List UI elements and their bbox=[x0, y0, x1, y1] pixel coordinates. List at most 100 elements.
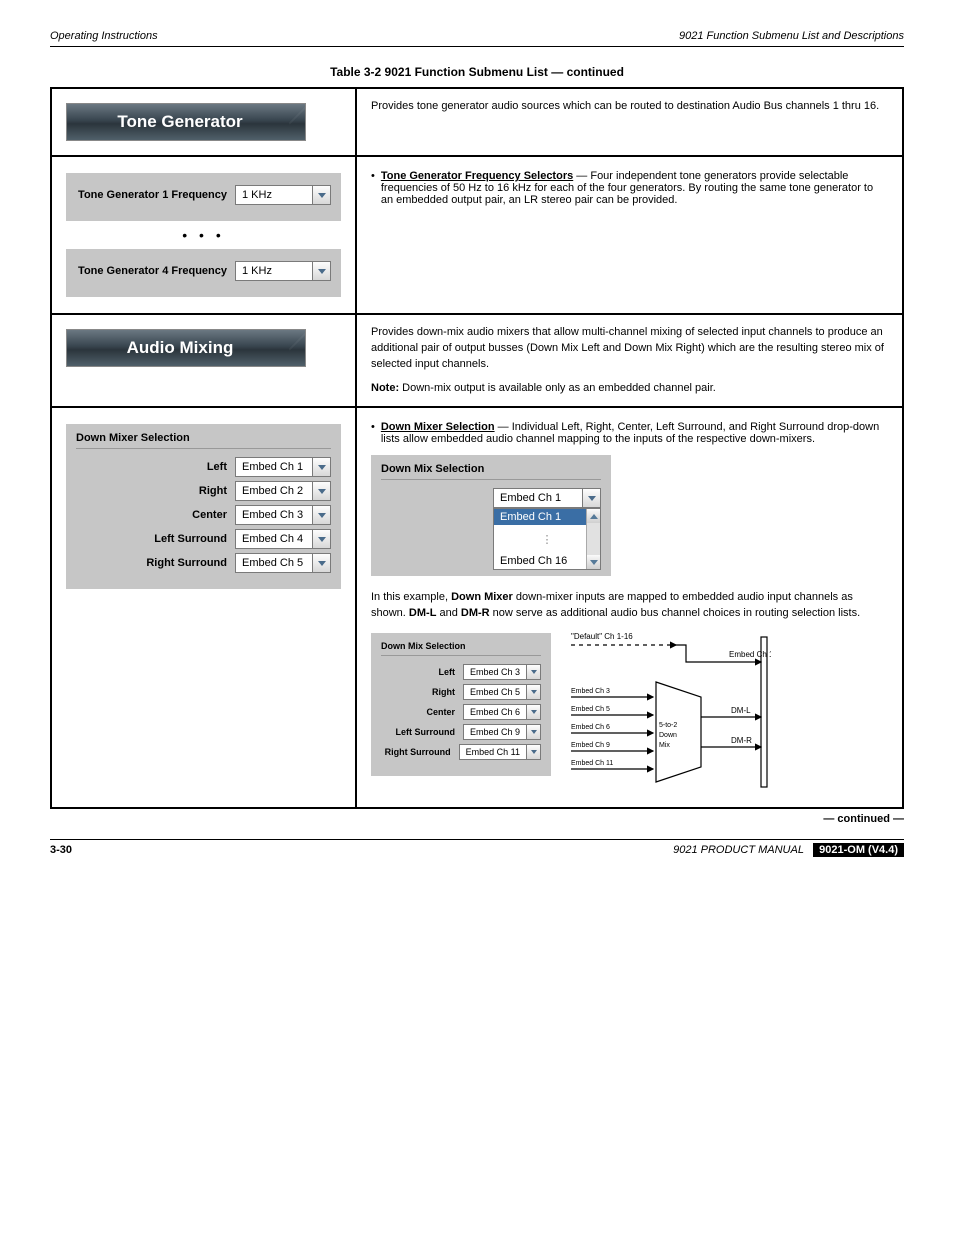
tone-freq-head: Tone Generator Frequency Selectors bbox=[381, 170, 573, 182]
chevron-down-icon[interactable] bbox=[312, 554, 330, 572]
chevron-down-icon[interactable] bbox=[312, 186, 330, 204]
down-mix-open-panel: Down Mix Selection Embed Ch 1 Embed Ch 1… bbox=[371, 455, 611, 576]
audio-mixing-desc: Provides down-mix audio mixers that allo… bbox=[371, 325, 888, 373]
example-select[interactable]: Embed Ch 11 bbox=[459, 744, 541, 760]
svg-text:Embed Ch 5: Embed Ch 5 bbox=[571, 706, 610, 713]
tone-gen-1-value: 1 KHz bbox=[236, 189, 312, 201]
svg-text:Mix: Mix bbox=[659, 742, 670, 749]
example-row: RightEmbed Ch 5 bbox=[381, 684, 541, 700]
downmix-diagram: "Default" Ch 1-16 Embed Ch 1-16 5-to-2 D… bbox=[561, 627, 771, 797]
down-mixer-row: Left Embed Ch 1 bbox=[76, 457, 331, 477]
down-mixer-row: Left Surround Embed Ch 4 bbox=[76, 529, 331, 549]
down-mixer-head: Down Mixer Selection bbox=[381, 421, 495, 433]
down-mixer-select[interactable]: Embed Ch 5 bbox=[235, 553, 331, 573]
down-mixer-panel: Down Mixer Selection LeftEmbed Ch 1Right… bbox=[66, 424, 341, 589]
tone-gen-4-select[interactable]: 1 KHz bbox=[235, 261, 331, 281]
example-select[interactable]: Embed Ch 6 bbox=[463, 704, 541, 720]
example-row-label: Left bbox=[381, 667, 455, 677]
chevron-down-icon[interactable] bbox=[526, 725, 540, 739]
down-mixer-row: RightEmbed Ch 2 bbox=[76, 481, 331, 501]
example-select[interactable]: Embed Ch 3 bbox=[463, 664, 541, 680]
tone-gen-1-panel: Tone Generator 1 Frequency 1 KHz bbox=[66, 173, 341, 221]
note-label: Note: bbox=[371, 382, 399, 394]
example-select[interactable]: Embed Ch 5 bbox=[463, 684, 541, 700]
down-mix-open-list[interactable]: Embed Ch 1 ⋮ Embed Ch 16 bbox=[493, 508, 601, 570]
down-mixer-select[interactable]: Embed Ch 2 bbox=[235, 481, 331, 501]
list-item[interactable]: Embed Ch 1 bbox=[494, 509, 600, 525]
chevron-down-icon[interactable] bbox=[312, 482, 330, 500]
example-row: Right Surround Embed Ch 11 bbox=[381, 744, 541, 760]
panel-audio-mixing-label: Audio Mixing bbox=[127, 338, 234, 357]
list-item[interactable]: Embed Ch 16 bbox=[494, 553, 600, 569]
tone-freq-desc: Tone Generator Frequency Selectors — Fou… bbox=[371, 170, 888, 206]
tone-gen-4-label: Tone Generator 4 Frequency bbox=[76, 265, 227, 277]
svg-text:DM-L: DM-L bbox=[731, 706, 751, 715]
scroll-up-icon[interactable] bbox=[587, 509, 600, 523]
example-select-value: Embed Ch 11 bbox=[460, 747, 526, 757]
chevron-down-icon[interactable] bbox=[312, 506, 330, 524]
header-left: Operating Instructions bbox=[50, 30, 158, 42]
audio-mixing-note: Note: Down-mix output is available only … bbox=[371, 381, 888, 396]
tone-gen-4-panel: Tone Generator 4 Frequency 1 KHz bbox=[66, 249, 341, 297]
chevron-down-icon[interactable] bbox=[526, 705, 540, 719]
chevron-down-icon[interactable] bbox=[526, 745, 540, 759]
example-row-label: Right Surround bbox=[381, 747, 451, 757]
page-header: Operating Instructions 9021 Function Sub… bbox=[50, 30, 904, 42]
down-mix-open-value: Embed Ch 1 bbox=[494, 492, 582, 504]
example-select-value: Embed Ch 9 bbox=[464, 727, 526, 737]
tone-gen-1-label: Tone Generator 1 Frequency bbox=[76, 189, 227, 201]
chevron-down-icon[interactable] bbox=[526, 685, 540, 699]
down-mix-open-select[interactable]: Embed Ch 1 bbox=[493, 488, 601, 508]
svg-text:Down: Down bbox=[659, 732, 677, 739]
header-rule bbox=[50, 46, 904, 47]
example-row: Left Embed Ch 3 bbox=[381, 664, 541, 680]
down-mixer-select[interactable]: Embed Ch 3 bbox=[235, 505, 331, 525]
tone-gen-1-select[interactable]: 1 KHz bbox=[235, 185, 331, 205]
down-mixer-select-value: Embed Ch 1 bbox=[236, 461, 312, 473]
chevron-down-icon[interactable] bbox=[582, 489, 600, 507]
down-mix-example-panel: Down Mix Selection Left Embed Ch 3 RightEm… bbox=[371, 633, 551, 776]
example-select-value: Embed Ch 6 bbox=[464, 707, 526, 717]
svg-text:5-to-2: 5-to-2 bbox=[659, 722, 677, 729]
list-ellipsis: ⋮ bbox=[494, 525, 600, 553]
page-number: 3-30 bbox=[50, 844, 72, 856]
down-mixer-select-value: Embed Ch 2 bbox=[236, 485, 312, 497]
svg-text:Embed Ch 9: Embed Ch 9 bbox=[571, 742, 610, 749]
down-mixer-row: Right Surround Embed Ch 5 bbox=[76, 553, 331, 573]
down-mixer-select-value: Embed Ch 4 bbox=[236, 533, 312, 545]
scrollbar[interactable] bbox=[586, 509, 600, 569]
ellipsis-icon: • • • bbox=[66, 227, 341, 243]
chevron-down-icon[interactable] bbox=[312, 262, 330, 280]
footer-rev: 9021 PRODUCT MANUAL bbox=[673, 844, 804, 856]
example-row: Center Embed Ch 6 bbox=[381, 704, 541, 720]
down-mixer-select-value: Embed Ch 3 bbox=[236, 509, 312, 521]
chevron-down-icon[interactable] bbox=[312, 530, 330, 548]
down-mixer-row-label: Left bbox=[76, 461, 227, 473]
chevron-down-icon[interactable] bbox=[526, 665, 540, 679]
example-select-value: Embed Ch 3 bbox=[464, 667, 526, 677]
down-mix-example-fieldset: Down Mix Selection bbox=[381, 641, 541, 651]
example-select[interactable]: Embed Ch 9 bbox=[463, 724, 541, 740]
tone-gen-4-value: 1 KHz bbox=[236, 265, 312, 277]
chevron-down-icon[interactable] bbox=[312, 458, 330, 476]
svg-text:Embed Ch 3: Embed Ch 3 bbox=[571, 688, 610, 695]
panel-tone-generator-label: Tone Generator bbox=[117, 112, 242, 131]
down-mixer-select[interactable]: Embed Ch 1 bbox=[235, 457, 331, 477]
scroll-down-icon[interactable] bbox=[587, 555, 600, 569]
header-right: 9021 Function Submenu List and Descripti… bbox=[679, 30, 904, 42]
tone-generator-desc: Provides tone generator audio sources wh… bbox=[371, 99, 888, 115]
down-mixer-desc: Down Mixer Selection — Individual Left, … bbox=[371, 421, 888, 445]
down-mix-open-fieldset: Down Mix Selection bbox=[381, 463, 601, 475]
down-mixer-select[interactable]: Embed Ch 4 bbox=[235, 529, 331, 549]
example-row-label: Center bbox=[381, 707, 455, 717]
function-table: Tone Generator Provides tone generator a… bbox=[50, 87, 904, 809]
down-mixer-row: Center Embed Ch 3 bbox=[76, 505, 331, 525]
page-footer: 3-30 9021 PRODUCT MANUAL 9021-OM (V4.4) bbox=[50, 839, 904, 856]
down-mixer-row-label: Center bbox=[76, 509, 227, 521]
down-mixer-row-label: Left Surround bbox=[76, 533, 227, 545]
down-mixer-select-value: Embed Ch 5 bbox=[236, 557, 312, 569]
svg-text:DM-R: DM-R bbox=[731, 736, 752, 745]
down-mixer-row-label: Right Surround bbox=[76, 557, 227, 569]
example-row-label: Left Surround bbox=[381, 727, 455, 737]
svg-text:Embed Ch 1-16: Embed Ch 1-16 bbox=[729, 650, 771, 659]
